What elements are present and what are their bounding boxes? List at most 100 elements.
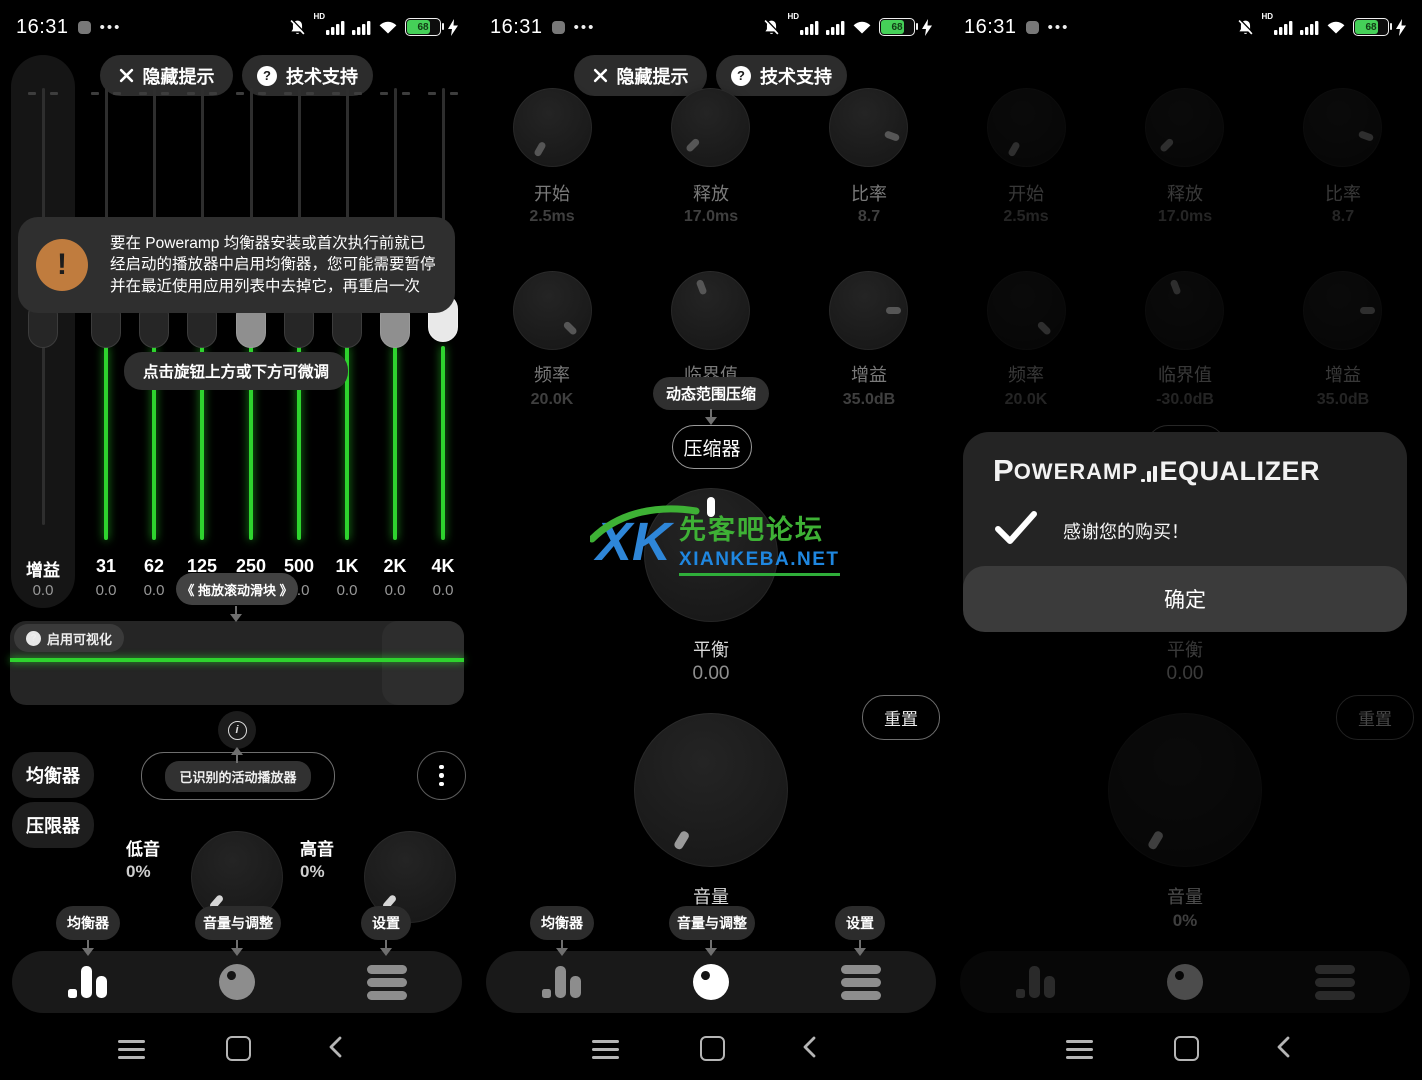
- tab-settings[interactable]: [816, 951, 906, 1013]
- tab-equalizer[interactable]: [42, 951, 132, 1013]
- attack-value: 2.5ms: [966, 208, 1086, 226]
- knob-indicator: [1358, 130, 1374, 142]
- gain-knob[interactable]: [1303, 271, 1382, 350]
- question-icon: ?: [731, 66, 751, 86]
- tab-equalizer[interactable]: [516, 951, 606, 1013]
- tab-settings[interactable]: [1290, 951, 1380, 1013]
- info-button[interactable]: i: [218, 711, 256, 749]
- attack-knob[interactable]: [513, 88, 592, 167]
- equalizer-toggle-button[interactable]: 均衡器: [12, 752, 94, 798]
- screen: 16:31 ••• HD 68 隐藏提示 ? 技术支持: [0, 0, 1422, 1080]
- menu-icon: [367, 965, 407, 1000]
- frequency-knob[interactable]: [987, 271, 1066, 350]
- ratio-knob[interactable]: [1303, 88, 1382, 167]
- balance-value: 0.00: [474, 663, 948, 685]
- band-value: 0.0: [415, 582, 471, 599]
- hide-tips-button[interactable]: 隐藏提示: [100, 55, 233, 96]
- watermark: XK 先客吧论坛 XIANKEBA.NET: [596, 508, 840, 576]
- hd-label: HD: [1261, 12, 1273, 21]
- reset-button[interactable]: 重置: [862, 695, 940, 740]
- tab-equalizer[interactable]: [990, 951, 1080, 1013]
- tick: [284, 92, 292, 95]
- battery-icon: 68: [879, 18, 915, 36]
- reset-button[interactable]: 重置: [1336, 695, 1414, 740]
- knob-indicator: [696, 279, 708, 296]
- info-icon: i: [228, 721, 247, 740]
- overflow-menu-button[interactable]: [417, 751, 466, 800]
- threshold-knob[interactable]: [1145, 271, 1224, 350]
- treble-value: 0%: [300, 862, 325, 882]
- system-navigation: [0, 1030, 474, 1080]
- tab-volume[interactable]: [1140, 951, 1230, 1013]
- tab-hint-settings: 设置: [835, 906, 885, 940]
- battery-level: 68: [880, 22, 914, 33]
- purchase-thanks-message: 感谢您的购买！: [1063, 518, 1189, 544]
- signal-icon-2: [826, 20, 845, 35]
- gain-knob[interactable]: [829, 271, 908, 350]
- volume-knob[interactable]: [1108, 713, 1262, 867]
- gain-label: 增益: [809, 361, 929, 387]
- recents-icon[interactable]: [118, 1040, 145, 1059]
- wifi-icon: [378, 20, 398, 35]
- drc-tooltip: 动态范围压缩: [653, 377, 769, 410]
- enable-visualization-label: 启用可视化: [47, 629, 112, 648]
- back-icon[interactable]: [1276, 1035, 1291, 1059]
- release-knob[interactable]: [671, 88, 750, 167]
- home-icon[interactable]: [1174, 1036, 1199, 1061]
- tab-hint-equalizer: 均衡器: [530, 906, 594, 940]
- enable-visualization-hint: ? 启用可视化: [14, 624, 124, 652]
- watermark-site: XIANKEBA.NET: [679, 549, 840, 576]
- compressor-button[interactable]: 压缩器: [672, 425, 752, 469]
- release-knob[interactable]: [1145, 88, 1224, 167]
- tick: [161, 92, 169, 95]
- menu-icon: [1315, 965, 1355, 1000]
- visualization-panel[interactable]: ? 启用可视化: [10, 621, 464, 705]
- threshold-knob[interactable]: [671, 271, 750, 350]
- back-icon[interactable]: [802, 1035, 817, 1059]
- volume-knob[interactable]: [634, 713, 788, 867]
- drc-arrow: [704, 409, 718, 425]
- ok-button[interactable]: 确定: [963, 566, 1407, 632]
- panel-purchase-dialog: 16:31 ••• HD 68 开始 2.5ms 释放 17.0: [948, 0, 1422, 1080]
- knob-indicator: [1146, 829, 1164, 850]
- tab-hint-arrow: [704, 940, 718, 956]
- recents-icon[interactable]: [592, 1040, 619, 1059]
- tab-hint-arrow: [81, 940, 95, 956]
- notification-icon: [552, 21, 565, 34]
- tab-volume[interactable]: [192, 951, 282, 1013]
- tab-volume[interactable]: [666, 951, 756, 1013]
- tech-support-button[interactable]: ? 技术支持: [716, 55, 847, 96]
- tab-hint-volume: 音量与调整: [195, 906, 281, 940]
- hd-label: HD: [787, 12, 799, 21]
- threshold-label: 临界值: [1125, 361, 1245, 387]
- treble-label: 高音: [300, 835, 334, 860]
- tick: [187, 92, 195, 95]
- knob-icon: [219, 964, 255, 1000]
- home-icon[interactable]: [226, 1036, 251, 1061]
- home-icon[interactable]: [700, 1036, 725, 1061]
- ratio-knob[interactable]: [829, 88, 908, 167]
- info-arrow: [230, 747, 244, 763]
- recents-icon[interactable]: [1066, 1040, 1093, 1059]
- knob-indicator: [672, 829, 690, 850]
- limiter-toggle-button[interactable]: 压限器: [12, 802, 94, 848]
- ratio-label: 比率: [1283, 180, 1403, 206]
- panel-volume: 16:31 ••• HD 68 隐藏提示 ? 技术支持: [474, 0, 948, 1080]
- tab-settings[interactable]: [342, 951, 432, 1013]
- tick: [450, 92, 458, 95]
- watermark-swoosh-icon: [590, 503, 700, 543]
- tick: [236, 92, 244, 95]
- hide-tips-button[interactable]: 隐藏提示: [574, 55, 707, 96]
- bottom-tab-bar: [960, 951, 1410, 1013]
- tab-hint-arrow: [853, 940, 867, 956]
- frequency-knob[interactable]: [513, 271, 592, 350]
- more-notifications-icon: •••: [1048, 19, 1070, 36]
- knob-indicator: [1036, 320, 1052, 336]
- tick: [50, 92, 58, 95]
- attack-knob[interactable]: [987, 88, 1066, 167]
- band-level-line: [393, 346, 397, 540]
- tech-support-label: 技术支持: [286, 63, 358, 89]
- back-icon[interactable]: [328, 1035, 343, 1059]
- gain-value: 35.0dB: [1283, 391, 1403, 409]
- tech-support-button[interactable]: ? 技术支持: [242, 55, 373, 96]
